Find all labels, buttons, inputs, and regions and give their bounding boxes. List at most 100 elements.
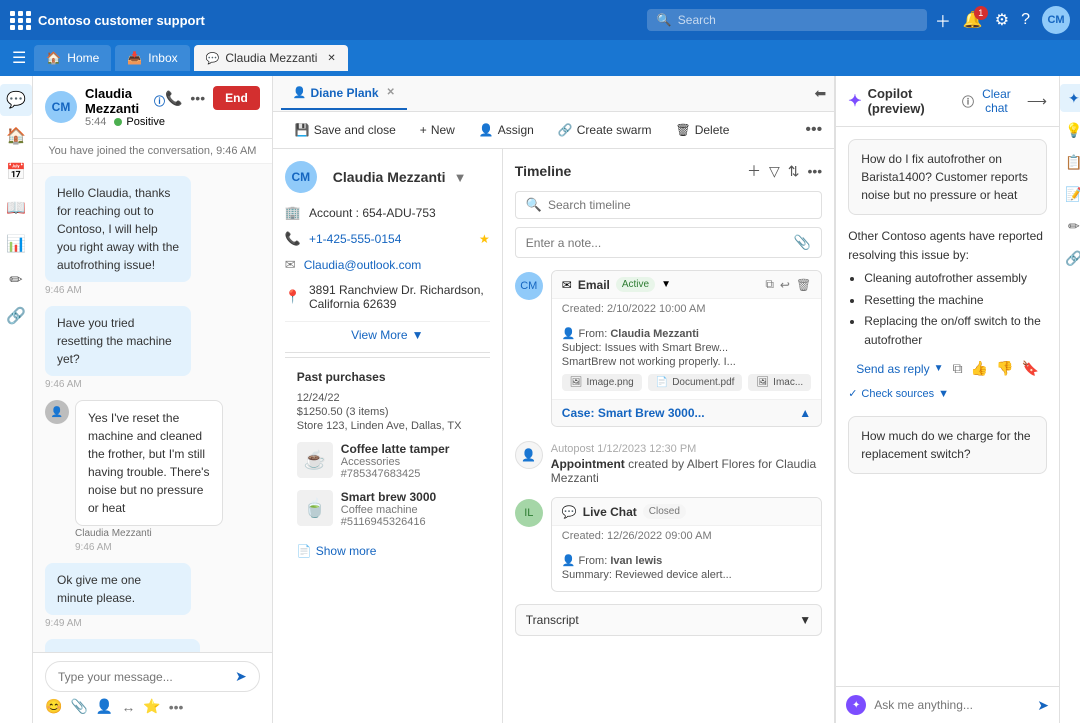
- email-value[interactable]: Claudia@outlook.com: [304, 258, 422, 272]
- emoji-icon[interactable]: 😊: [45, 698, 62, 715]
- attachment-icon[interactable]: 📎: [70, 698, 87, 715]
- sub-tab-close-icon[interactable]: ✕: [387, 87, 395, 98]
- right-icon-copilot[interactable]: ✦: [1060, 84, 1080, 112]
- assign-icon: 👤: [479, 123, 494, 137]
- msg-time-1: 9:46 AM: [45, 285, 228, 296]
- copilot-info-icon[interactable]: ⓘ: [962, 93, 974, 110]
- more-tools-icon[interactable]: •••: [169, 699, 184, 715]
- create-swarm-button[interactable]: 🔗 Create swarm: [548, 118, 662, 142]
- tab-inbox[interactable]: 📥 Inbox: [115, 45, 189, 71]
- user-add-icon[interactable]: 👤: [96, 698, 113, 715]
- sidebar-icon-book[interactable]: 📖: [0, 192, 32, 224]
- event-content-2: 💬 Live Chat Closed Created: 12/26/2022 0…: [551, 497, 822, 592]
- copilot-input-field[interactable]: [874, 698, 1029, 712]
- right-icon-cases[interactable]: 📋: [1060, 148, 1080, 176]
- attachment-chip-1[interactable]: 🖼 Image.png: [562, 374, 642, 391]
- message-4: Ok give me one minute please. 9:49 AM: [45, 563, 228, 629]
- copy-icon[interactable]: ⧉: [765, 277, 774, 292]
- sub-tab-diane-plank[interactable]: 👤 Diane Plank ✕: [281, 78, 407, 110]
- sidebar-icon-home[interactable]: 🏠: [0, 120, 32, 152]
- note-attach-icon[interactable]: 📎: [794, 234, 811, 251]
- event-chevron-icon[interactable]: ▼: [661, 279, 671, 290]
- thumbs-up-icon[interactable]: 👍: [971, 360, 988, 377]
- sidebar-icon-chat[interactable]: 💬: [0, 84, 32, 116]
- thumbs-down-icon[interactable]: 👎: [996, 360, 1013, 377]
- person-icon-small: 👤: [562, 328, 576, 340]
- customer-avatar: 👤: [45, 400, 69, 424]
- product-item-2: 🍵 Smart brew 3000 Coffee machine #511694…: [297, 490, 478, 528]
- product-cat-1: Accessories: [341, 456, 450, 468]
- view-more-button[interactable]: View More ▼: [285, 321, 490, 348]
- search-bar[interactable]: 🔍 Search: [647, 9, 927, 31]
- trash-icon[interactable]: 🗑: [796, 278, 811, 292]
- action-more-icon[interactable]: •••: [805, 121, 822, 139]
- notifications-icon[interactable]: 🔔1: [963, 10, 983, 30]
- app-title: Contoso customer support: [38, 13, 205, 28]
- right-icon-links[interactable]: 🔗: [1060, 244, 1080, 272]
- sidebar-icon-edit[interactable]: ✏: [0, 264, 32, 296]
- copilot-actions: Clear chat ⟶: [974, 87, 1047, 115]
- agent-bubble-3: Ok give me one minute please.: [45, 563, 191, 615]
- transcript-row[interactable]: Transcript ▼: [515, 604, 822, 636]
- settings-icon[interactable]: ⚙: [995, 10, 1009, 30]
- sort-icon[interactable]: ⇅: [788, 163, 800, 180]
- sidebar-icon-chart[interactable]: 📊: [0, 228, 32, 260]
- copilot-response-1: Other Contoso agents have reported resol…: [848, 227, 1047, 404]
- collapse-icon[interactable]: ⬅: [814, 85, 826, 102]
- check-sources-button[interactable]: ✓ Check sources ▼: [848, 383, 1047, 404]
- filter-icon[interactable]: ▽: [769, 163, 780, 180]
- copilot-expand-icon[interactable]: ⟶: [1027, 93, 1047, 110]
- message-input[interactable]: [58, 670, 227, 684]
- user-avatar[interactable]: CM: [1042, 6, 1070, 34]
- hamburger-icon[interactable]: ☰: [8, 44, 30, 72]
- attachment-chip-3[interactable]: 🖼 Imac...: [748, 374, 811, 391]
- save-close-button[interactable]: 💾 Save and close: [285, 118, 406, 142]
- copilot-footer-1: Send as reply ▼ ⧉ 👍 👎 🔖: [848, 354, 1047, 383]
- show-more-button[interactable]: 📄 Show more: [297, 538, 478, 564]
- sidebar-icon-link[interactable]: 🔗: [0, 300, 32, 332]
- chat-input-container: ➤: [45, 661, 260, 692]
- timeline-more-icon[interactable]: •••: [807, 163, 822, 179]
- phone-icon[interactable]: 📞: [165, 90, 182, 107]
- view-more-chevron-icon: ▼: [412, 328, 424, 342]
- end-chat-button[interactable]: End: [213, 86, 260, 110]
- sidebar-icon-calendar[interactable]: 📅: [0, 156, 32, 188]
- delete-button[interactable]: 🗑 Delete: [665, 118, 739, 142]
- copilot-send-icon[interactable]: ➤: [1037, 697, 1049, 714]
- new-button[interactable]: + New: [410, 118, 465, 142]
- add-icon[interactable]: ＋: [935, 8, 951, 32]
- timeline-search-box[interactable]: 🔍: [515, 191, 822, 219]
- chevron-down-icon[interactable]: ▼: [454, 170, 467, 185]
- message-5: Here are the steps to resolve the auto f…: [45, 639, 238, 652]
- send-as-reply-button[interactable]: Send as reply ▼: [856, 362, 943, 376]
- copilot-title: ✦ Copilot (preview) ⓘ: [848, 86, 974, 116]
- clear-chat-button[interactable]: Clear chat: [974, 87, 1019, 115]
- right-icon-knowledge[interactable]: 💡: [1060, 116, 1080, 144]
- address-value: 3891 Ranchview Dr. Richardson, Californi…: [309, 283, 490, 311]
- help-icon[interactable]: ?: [1021, 11, 1030, 29]
- add-timeline-icon[interactable]: ＋: [747, 161, 761, 181]
- person-icon: 👤: [293, 86, 307, 99]
- product-name-1: Coffee latte tamper: [341, 442, 450, 456]
- reply-icon[interactable]: ↩: [780, 278, 790, 292]
- image-icon: 🖼: [570, 377, 583, 388]
- right-icon-notes[interactable]: 📝: [1060, 180, 1080, 208]
- more-options-icon[interactable]: •••: [190, 90, 205, 106]
- phone-star-icon[interactable]: ★: [479, 232, 490, 246]
- tab-close-icon[interactable]: ✕: [327, 53, 335, 64]
- bookmark-icon[interactable]: 🔖: [1021, 360, 1038, 377]
- tab-home[interactable]: 🏠 Home: [34, 45, 111, 71]
- attachment-chip-2[interactable]: 📄 Document.pdf: [648, 374, 743, 391]
- assign-button[interactable]: 👤 Assign: [469, 118, 544, 142]
- right-icon-compose[interactable]: ✏: [1060, 212, 1080, 240]
- note-input-field[interactable]: [526, 236, 788, 250]
- copy-response-icon[interactable]: ⧉: [953, 360, 963, 377]
- send-icon[interactable]: ➤: [235, 668, 247, 685]
- transfer-icon[interactable]: ↔: [121, 699, 135, 715]
- star-tool-icon[interactable]: ⭐: [143, 698, 160, 715]
- phone-value[interactable]: +1-425-555-0154: [309, 232, 401, 246]
- tab-active-conversation[interactable]: 💬 Claudia Mezzanti ✕: [194, 45, 348, 71]
- case-link-1[interactable]: Case: Smart Brew 3000... ▲: [552, 399, 821, 426]
- timeline-search-input[interactable]: [548, 198, 811, 212]
- right-sidebar-icons: ✦ 💡 📋 📝 ✏ 🔗: [1059, 76, 1080, 723]
